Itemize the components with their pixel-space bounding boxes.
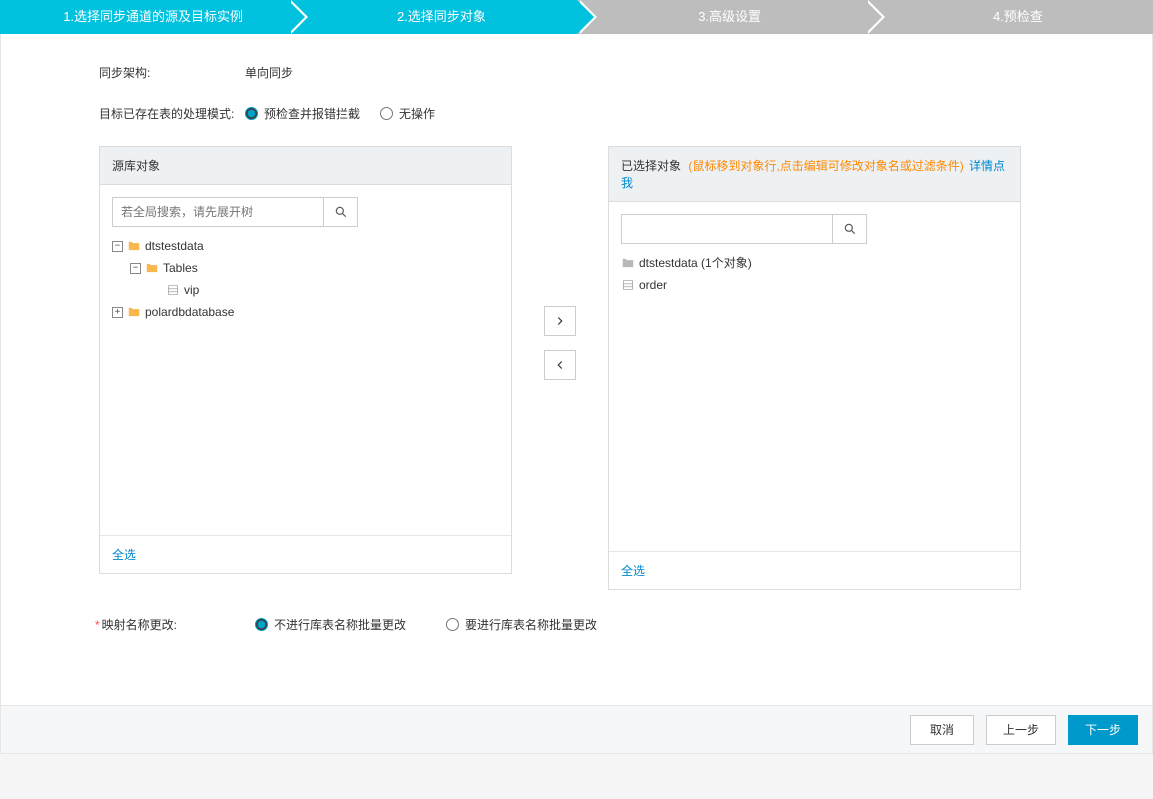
selected-panel-title: 已选择对象: [621, 159, 681, 173]
source-search: [112, 197, 358, 227]
mapping-label-wrap: *映射名称更改:: [95, 616, 255, 633]
source-select-all[interactable]: 全选: [112, 548, 136, 562]
step-4[interactable]: 4.预检查: [865, 0, 1153, 34]
mapping-radio-no-rename[interactable]: [255, 618, 268, 631]
panels-wrap: 源库对象 −: [1, 146, 1152, 590]
footer-bar: 取消 上一步 下一步: [1, 705, 1152, 753]
tree-table-vip-label: vip: [184, 279, 199, 301]
tree-tables-label: Tables: [163, 257, 198, 279]
transfer-column: [512, 146, 608, 380]
required-asterisk: *: [95, 618, 100, 632]
step-2[interactable]: 2.选择同步对象: [288, 0, 576, 34]
folder-icon: [621, 256, 635, 270]
sync-arch-label: 同步架构:: [99, 64, 245, 81]
folder-open-icon: [145, 261, 159, 275]
main-card: 同步架构: 单向同步 目标已存在表的处理模式: 预检查并报错拦截 无操作: [0, 34, 1153, 754]
source-panel-footer: 全选: [100, 535, 511, 573]
mapping-option-rename-label: 要进行库表名称批量更改: [465, 616, 597, 633]
tree-db-polardb[interactable]: + polardbdatabase: [112, 301, 499, 323]
source-search-input[interactable]: [113, 198, 323, 226]
mapping-option-rename[interactable]: 要进行库表名称批量更改: [446, 616, 597, 633]
target-mode-option-precheck[interactable]: 预检查并报错拦截: [245, 105, 360, 122]
mapping-option-no-rename-label: 不进行库表名称批量更改: [274, 616, 406, 633]
tree-tables-node[interactable]: − Tables: [130, 257, 499, 279]
target-mode-option-noop-label: 无操作: [399, 105, 435, 122]
toggle-plus-icon[interactable]: +: [112, 307, 123, 318]
target-mode-radio-group: 预检查并报错拦截 无操作: [245, 105, 435, 122]
source-search-button[interactable]: [323, 198, 357, 226]
folder-open-icon: [127, 239, 141, 253]
tree-db-dtstestdata[interactable]: − dtstestdata: [112, 235, 499, 257]
selected-panel-body: dtstestdata (1个对象) order: [609, 202, 1020, 551]
target-mode-radio-noop[interactable]: [380, 107, 393, 120]
next-button[interactable]: 下一步: [1068, 715, 1138, 745]
search-icon: [843, 222, 857, 236]
selected-tree: dtstestdata (1个对象) order: [621, 252, 1008, 296]
chevron-left-icon: [553, 358, 567, 372]
stepper: 1.选择同步通道的源及目标实例 2.选择同步对象 3.高级设置 4.预检查: [0, 0, 1153, 34]
table-icon: [621, 278, 635, 292]
target-mode-label: 目标已存在表的处理模式:: [99, 105, 245, 122]
selected-search-input[interactable]: [622, 215, 832, 243]
folder-closed-icon: [127, 305, 141, 319]
table-icon: [166, 283, 180, 297]
mapping-radio-rename[interactable]: [446, 618, 459, 631]
toggle-minus-icon[interactable]: −: [130, 263, 141, 274]
toggle-minus-icon[interactable]: −: [112, 241, 123, 252]
prev-button[interactable]: 上一步: [986, 715, 1056, 745]
move-right-button[interactable]: [544, 306, 576, 336]
source-panel: 源库对象 −: [99, 146, 512, 574]
target-mode-row: 目标已存在表的处理模式: 预检查并报错拦截 无操作: [1, 105, 1152, 122]
selected-search-button[interactable]: [832, 215, 866, 243]
mapping-label: 映射名称更改:: [102, 618, 177, 632]
target-mode-radio-precheck[interactable]: [245, 107, 258, 120]
target-mode-option-noop[interactable]: 无操作: [380, 105, 435, 122]
selected-table-label: order: [639, 274, 667, 296]
source-panel-header: 源库对象: [100, 147, 511, 185]
mapping-row: *映射名称更改: 不进行库表名称批量更改 要进行库表名称批量更改: [1, 616, 1152, 633]
tree-db-polardb-label: polardbdatabase: [145, 301, 234, 323]
selected-panel-footer: 全选: [609, 551, 1020, 589]
selected-select-all[interactable]: 全选: [621, 564, 645, 578]
selected-db-label: dtstestdata (1个对象): [639, 252, 752, 274]
chevron-right-icon: [553, 314, 567, 328]
source-panel-body: − dtstestdata − Tables: [100, 185, 511, 535]
sync-arch-value: 单向同步: [245, 64, 293, 81]
target-mode-option-precheck-label: 预检查并报错拦截: [264, 105, 360, 122]
move-left-button[interactable]: [544, 350, 576, 380]
selected-search: [621, 214, 867, 244]
search-icon: [334, 205, 348, 219]
source-tree: − dtstestdata − Tables: [112, 235, 499, 323]
tree-table-vip[interactable]: vip: [166, 279, 499, 301]
cancel-button[interactable]: 取消: [910, 715, 974, 745]
step-1[interactable]: 1.选择同步通道的源及目标实例: [0, 0, 288, 34]
sync-architecture-row: 同步架构: 单向同步: [1, 64, 1152, 81]
selected-panel: 已选择对象 (鼠标移到对象行,点击编辑可修改对象名或过滤条件) 详情点我: [608, 146, 1021, 590]
tree-db-dtstestdata-label: dtstestdata: [145, 235, 204, 257]
step-3[interactable]: 3.高级设置: [577, 0, 865, 34]
selected-panel-header: 已选择对象 (鼠标移到对象行,点击编辑可修改对象名或过滤条件) 详情点我: [609, 147, 1020, 202]
source-panel-title: 源库对象: [112, 159, 160, 173]
selected-panel-hint: (鼠标移到对象行,点击编辑可修改对象名或过滤条件): [688, 159, 963, 173]
selected-table-row[interactable]: order: [621, 274, 1008, 296]
mapping-radio-group: 不进行库表名称批量更改 要进行库表名称批量更改: [255, 616, 597, 633]
mapping-option-no-rename[interactable]: 不进行库表名称批量更改: [255, 616, 406, 633]
selected-db-row[interactable]: dtstestdata (1个对象): [621, 252, 1008, 274]
